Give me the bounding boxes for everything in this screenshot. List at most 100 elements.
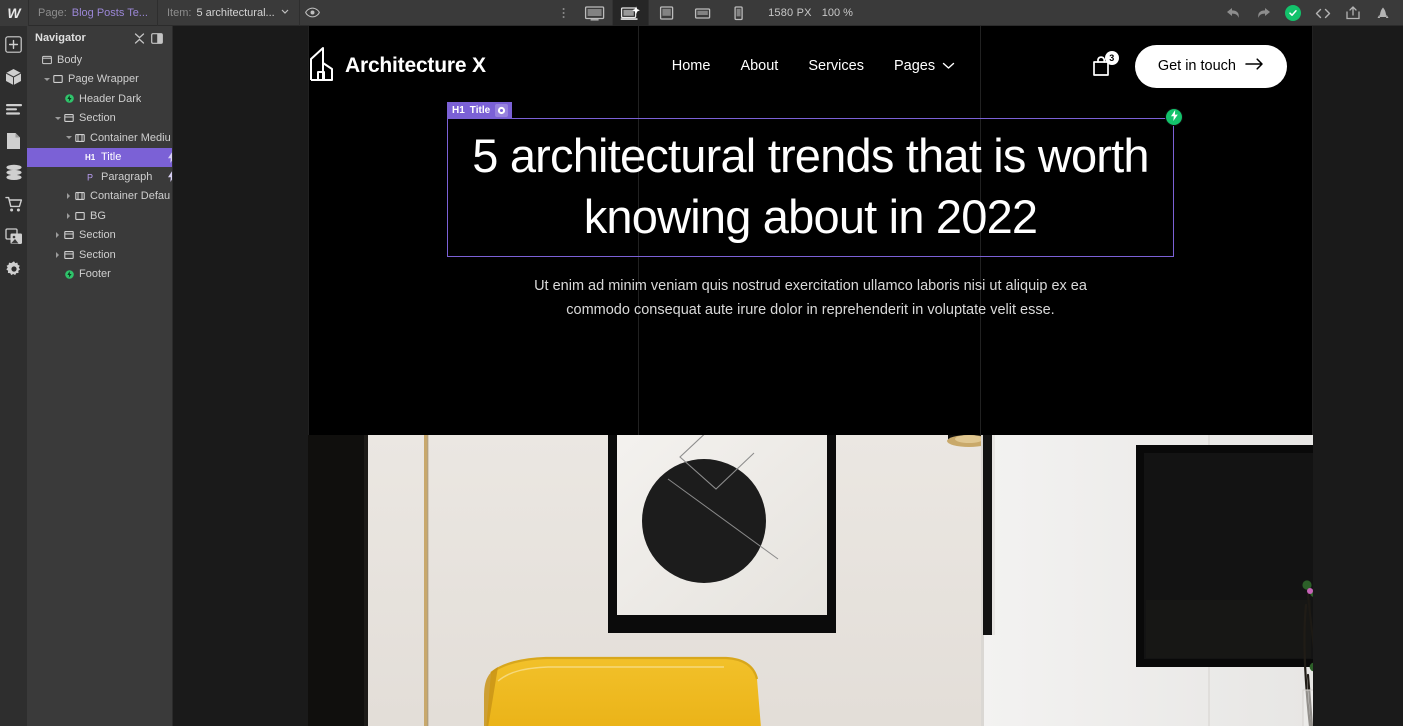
collapse-all-icon[interactable] — [130, 29, 148, 47]
design-canvas[interactable]: Architecture X Home About Services Pages — [173, 26, 1403, 726]
cart-button[interactable]: 3 — [1089, 51, 1119, 79]
redo-arrow-icon[interactable] — [1249, 0, 1277, 26]
navigator-item-label: Section — [79, 112, 116, 125]
checkmark-circle-icon — [1285, 5, 1301, 21]
tablet-breakpoint[interactable] — [648, 0, 684, 26]
navigator-item-page-wrapper[interactable]: Page Wrapper — [27, 70, 172, 90]
navigator-item-label: Container Medium 94 — [90, 131, 170, 144]
navigator-item-section[interactable]: Section — [27, 109, 172, 129]
tree-disclosure-arrow-icon[interactable] — [42, 70, 51, 90]
item-selector[interactable]: Item: 5 architectural... — [158, 0, 299, 26]
chevron-down-icon — [942, 58, 955, 74]
tree-disclosure-arrow-icon[interactable] — [64, 206, 73, 226]
nav-link-about[interactable]: About — [740, 58, 778, 74]
section-icon — [62, 250, 76, 260]
navigator-item-label: BG — [90, 209, 106, 222]
selection-badge[interactable]: H1 Title — [447, 102, 513, 118]
export-icon[interactable] — [1339, 0, 1367, 26]
nav-link-pages[interactable]: Pages — [894, 58, 955, 74]
item-label: Item: — [166, 6, 192, 19]
desktop-large-breakpoint[interactable] — [576, 0, 612, 26]
tree-disclosure-arrow-icon[interactable] — [53, 245, 62, 265]
navigator-item-footer[interactable]: Footer — [27, 265, 172, 285]
component-icon — [62, 93, 76, 104]
components-button[interactable] — [0, 64, 27, 94]
pages-button[interactable] — [0, 128, 27, 158]
hero-paragraph[interactable]: Ut enim ad minim veniam quis nostrud exe… — [531, 274, 1091, 322]
navigator-item-label: Paragraph — [101, 170, 153, 183]
navigator-item-header-dark[interactable]: Header Dark — [27, 89, 172, 109]
top-toolbar: W Page: Blog Posts Te... Item: 5 archite… — [0, 0, 1403, 26]
get-in-touch-button[interactable]: Get in touch — [1134, 44, 1287, 88]
settings-button[interactable] — [0, 256, 27, 286]
navigator-item-container-medium-94[interactable]: Container Medium 94 — [27, 128, 172, 148]
nav-link-services[interactable]: Services — [808, 58, 864, 74]
navigator-item-label: Header Dark — [79, 92, 142, 105]
page-selector[interactable]: Page: Blog Posts Te... — [29, 0, 157, 26]
navigator-item-body[interactable]: Body — [27, 50, 172, 70]
navigator-item-paragraph[interactable]: P Paragraph — [27, 167, 172, 187]
page-value: Blog Posts Te... — [71, 6, 148, 19]
selected-element-title[interactable]: H1 Title 5 architectural trends that is … — [447, 102, 1183, 257]
nav-link-home[interactable]: Home — [672, 58, 711, 74]
brand-name: Architecture X — [345, 54, 486, 77]
tree-disclosure-arrow-icon[interactable] — [64, 187, 73, 207]
navigator-item-label: Page Wrapper — [68, 73, 139, 86]
ecommerce-button[interactable] — [0, 192, 27, 222]
desktop-breakpoint[interactable] — [612, 0, 649, 26]
container-icon — [73, 191, 87, 201]
interior-photo-illustration — [308, 435, 1313, 726]
cms-bind-badge[interactable] — [1165, 108, 1183, 126]
hero-image[interactable] — [308, 435, 1313, 726]
panel-toggle-icon[interactable] — [148, 29, 166, 47]
preview-toggle-button[interactable] — [300, 0, 326, 26]
code-brackets-icon[interactable] — [1309, 0, 1337, 26]
undo-arrow-icon[interactable] — [1219, 0, 1247, 26]
svg-text:H1: H1 — [85, 153, 96, 162]
add-elements-button[interactable] — [0, 32, 27, 62]
tree-disclosure-arrow-icon[interactable] — [53, 226, 62, 246]
section-icon — [62, 230, 76, 240]
cms-button[interactable] — [0, 160, 27, 190]
cms-bind-indicator-icon — [167, 151, 172, 166]
hero-title[interactable]: 5 architectural trends that is worth kno… — [448, 119, 1173, 256]
navigator-item-container-default[interactable]: Container Default — [27, 187, 172, 207]
layers-lines-icon — [5, 102, 23, 121]
cart-count-badge: 3 — [1104, 51, 1119, 65]
gear-icon[interactable] — [495, 103, 509, 117]
publish-rocket-icon[interactable] — [1369, 0, 1397, 26]
tree-disclosure-arrow-icon[interactable] — [53, 109, 62, 129]
navigator-item-label: Body — [57, 53, 83, 66]
tree-disclosure-arrow-icon[interactable] — [64, 128, 73, 148]
more-vertical-icon[interactable] — [550, 0, 576, 26]
navigator-header: Navigator — [27, 26, 172, 50]
navigator-item-section[interactable]: Section — [27, 245, 172, 265]
navigator-panel: Navigator Body Page Wrapper Header Dark Sec… — [27, 26, 173, 726]
save-status-indicator — [1279, 0, 1307, 26]
mobile-landscape-breakpoint[interactable] — [684, 0, 720, 26]
style-manager-button[interactable] — [0, 96, 27, 126]
gear-icon — [5, 260, 23, 283]
cube-icon — [5, 68, 22, 91]
page-icon — [6, 132, 21, 155]
brand-logo[interactable]: Architecture X — [308, 46, 486, 87]
navigator-item-title[interactable]: H1 Title — [27, 147, 172, 168]
arrow-right-icon — [1245, 58, 1264, 74]
webflow-logo-button[interactable]: W — [0, 0, 28, 26]
image-stack-icon — [4, 228, 23, 250]
mobile-portrait-breakpoint[interactable] — [720, 0, 756, 26]
div-icon — [73, 211, 87, 221]
zoom-level-value[interactable]: 100 % — [812, 7, 853, 19]
assets-button[interactable] — [0, 224, 27, 254]
plus-icon — [5, 36, 22, 58]
top-right-actions — [1219, 0, 1403, 26]
header-actions: 3 Get in touch — [1089, 44, 1287, 88]
navigator-item-label: Footer — [79, 268, 111, 281]
canvas-width-value[interactable]: 1580 PX — [756, 7, 812, 19]
item-value: 5 architectural... — [196, 6, 275, 19]
navigator-item-bg[interactable]: BG — [27, 206, 172, 226]
navigator-item-section[interactable]: Section — [27, 226, 172, 246]
